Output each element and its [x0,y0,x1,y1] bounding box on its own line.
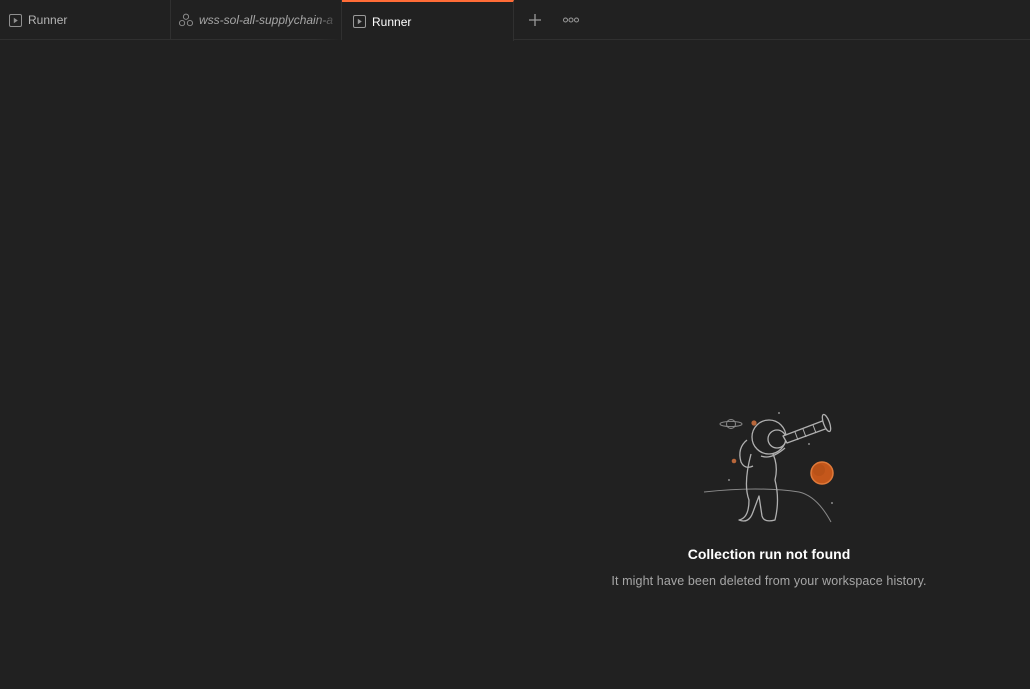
tab-label: Runner [372,14,412,29]
astronaut-telescope-illustration [703,412,834,523]
tab-runner-active[interactable]: Runner [342,0,514,41]
more-options-icon [563,17,579,23]
plus-icon [529,14,541,26]
empty-state-subtitle: It might have been deleted from your wor… [611,574,927,588]
collection-icon [179,13,193,27]
runner-icon [8,13,22,27]
tab-label-fade [315,0,341,40]
empty-state: Collection run not found It might have b… [509,400,1029,588]
tab-bar: Runner wss-sol-all-supplychain-a Runner [0,0,1030,41]
tab-runner-1[interactable]: Runner [0,0,171,40]
runner-icon [352,15,366,29]
more-options-button[interactable] [559,8,583,32]
tab-label: Runner [28,13,68,27]
tab-label: wss-sol-all-supplychain-a [199,13,334,27]
empty-state-title: Collection run not found [687,546,851,562]
add-tab-button[interactable] [523,8,547,32]
tab-collection[interactable]: wss-sol-all-supplychain-a [171,0,342,40]
